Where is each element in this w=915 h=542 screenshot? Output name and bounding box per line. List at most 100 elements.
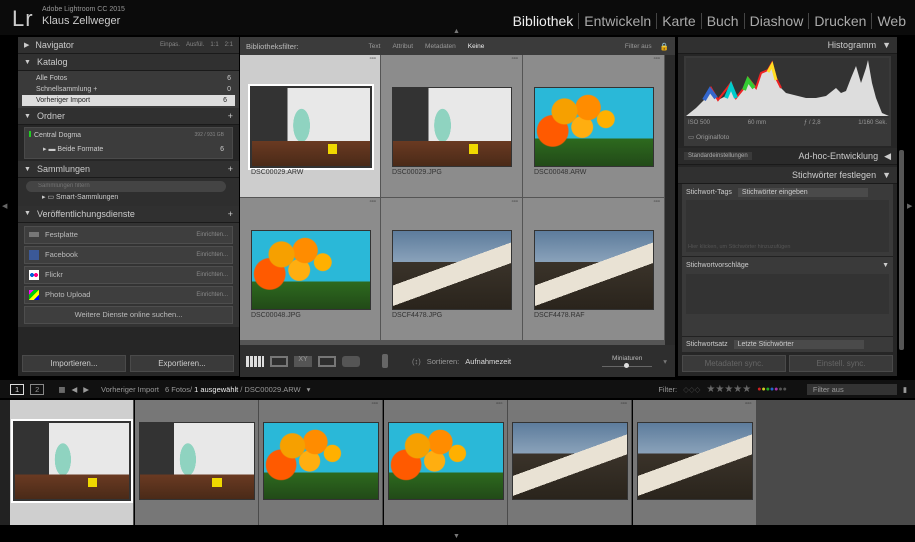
photo-thumbnail[interactable] <box>248 84 374 170</box>
forward-icon[interactable]: ▶ <box>83 385 89 394</box>
collection-search-input[interactable] <box>26 180 226 192</box>
setup-link[interactable]: Einrichten... <box>196 292 228 298</box>
photo-thumbnail[interactable] <box>534 230 654 310</box>
flag-filter-icons[interactable]: ◇◇◇ <box>683 385 700 394</box>
quick-develop-header[interactable]: Standardeinstellungen Ad-hoc-Entwicklung… <box>678 148 897 165</box>
grid-view-icon[interactable] <box>246 355 264 367</box>
filmstrip-cell[interactable]: ▫▫▫ <box>632 400 757 525</box>
zoom-2-1[interactable]: 2:1 <box>225 42 233 48</box>
setup-link[interactable]: Einrichten... <box>196 252 228 258</box>
import-button[interactable]: Importieren... <box>22 355 126 372</box>
grid-cell[interactable]: ▫▫▫ DSCF4478.JPG <box>381 198 523 341</box>
filmstrip-cell[interactable]: ▫▫▫ <box>383 400 508 525</box>
setup-link[interactable]: Einrichten... <box>196 232 228 238</box>
keyword-set-select[interactable]: Letzte Stichwörter <box>733 340 864 349</box>
sort-select[interactable]: Aufnahmezeit <box>465 357 511 366</box>
service-flickr[interactable]: Flickr Einrichten... <box>24 265 233 284</box>
back-icon[interactable]: ◀ <box>71 385 77 394</box>
badge-menu-icon[interactable]: ▫▫▫ <box>745 401 751 407</box>
filmstrip-thumbnail[interactable] <box>11 419 133 503</box>
photo-thumbnail[interactable] <box>251 230 371 310</box>
folder-beide-formate[interactable]: ▸ ▬ Beide Formate 6 <box>25 142 232 156</box>
service-festplatte[interactable]: Festplatte Einrichten... <box>24 225 233 244</box>
publish-header[interactable]: ▼ Veröffentlichungsdienste + <box>18 205 239 223</box>
navigator-header[interactable]: ▶ Navigator Einpas. Ausfül. 1:1 2:1 <box>18 37 239 54</box>
photo-thumbnail[interactable] <box>392 87 512 167</box>
add-icon[interactable]: + <box>228 209 233 219</box>
keyword-suggestions-header[interactable]: Stichwortvorschläge ▼ <box>682 256 893 274</box>
badge-menu-icon[interactable]: ▫▫▫ <box>370 56 376 62</box>
filter-tab-attribut[interactable]: Attribut <box>392 43 413 50</box>
spray-can-icon[interactable] <box>382 354 388 368</box>
volume-central-dogma[interactable]: Central Dogma 392 / 931 GB <box>25 128 232 142</box>
filmstrip-thumbnail[interactable] <box>636 422 753 500</box>
window-2-button[interactable]: 2 <box>30 383 45 395</box>
compare-view-icon[interactable]: XY <box>294 355 312 367</box>
filmstrip-cell[interactable]: ▫▫▫ <box>508 400 632 525</box>
service-photo-upload[interactable]: Photo Upload Einrichten... <box>24 285 233 304</box>
window-1-button[interactable]: 1 <box>10 383 25 395</box>
badge-menu-icon[interactable]: ▫▫▫ <box>621 401 627 407</box>
module-entwickeln[interactable]: Entwickeln <box>578 13 656 29</box>
filmstrip-cell[interactable] <box>134 400 259 525</box>
module-drucken[interactable]: Drucken <box>808 13 871 29</box>
sync-metadata-button[interactable]: Metadaten sync. <box>682 355 786 372</box>
filter-tab-text[interactable]: Text <box>369 43 381 50</box>
dropdown-icon[interactable]: ▾ <box>307 385 311 394</box>
zoom-fit[interactable]: Einpas. <box>160 42 180 48</box>
badge-menu-icon[interactable]: ▫▫▫ <box>512 56 518 62</box>
sync-settings-button[interactable]: Einstell. sync. <box>789 355 893 372</box>
module-buch[interactable]: Buch <box>700 13 744 29</box>
add-icon[interactable]: + <box>228 164 233 174</box>
original-photo-toggle[interactable]: ▭ Originalfoto <box>688 133 729 141</box>
survey-view-icon[interactable] <box>318 355 336 367</box>
catalog-item-quick[interactable]: Schnellsammlung + 0 <box>18 84 239 95</box>
photo-thumbnail[interactable] <box>534 87 654 167</box>
toolbar-menu-icon[interactable]: ▾ <box>663 357 667 366</box>
catalog-item-previous-import[interactable]: Vorheriger Import 6 <box>22 95 235 106</box>
module-bibliothek[interactable]: Bibliothek <box>508 13 579 29</box>
find-more-services-button[interactable]: Weitere Dienste online suchen... <box>24 305 233 324</box>
grid-icon[interactable]: ▦ <box>58 385 65 394</box>
source-label[interactable]: Vorheriger Import <box>101 385 159 394</box>
filmstrip-thumbnail[interactable] <box>512 422 628 500</box>
left-panel-toggle-icon[interactable]: ◀ <box>2 202 7 210</box>
grid-scrollbar[interactable] <box>665 55 675 345</box>
keyword-suggestions-grid[interactable] <box>686 274 889 314</box>
add-icon[interactable]: + <box>228 111 233 121</box>
grid-cell[interactable]: ▫▫▫ DSCF4478.RAF <box>523 198 665 341</box>
badge-menu-icon[interactable]: ▫▫▫ <box>512 199 518 205</box>
grid-cell[interactable]: ▫▫▫ DSC00048.JPG <box>240 198 381 341</box>
top-panel-toggle-icon[interactable]: ▲ <box>453 28 460 35</box>
catalog-item-all[interactable]: Alle Fotos 6 <box>18 73 239 84</box>
filmstrip-cell[interactable]: ▫▫▫ <box>259 400 383 525</box>
setup-link[interactable]: Einrichten... <box>196 272 228 278</box>
filter-preset-select[interactable]: Filter aus <box>806 383 897 395</box>
badge-menu-icon[interactable]: ▫▫▫ <box>654 199 660 205</box>
preset-select[interactable]: Standardeinstellungen <box>684 152 752 160</box>
filmstrip-cell[interactable] <box>10 400 134 525</box>
badge-menu-icon[interactable]: ▫▫▫ <box>654 56 660 62</box>
badge-menu-icon[interactable]: ▫▫▫ <box>370 199 376 205</box>
module-karte[interactable]: Karte <box>656 13 700 29</box>
zoom-fill[interactable]: Ausfül. <box>186 42 204 48</box>
badge-menu-icon[interactable]: ▫▫▫ <box>372 401 378 407</box>
smart-collections[interactable]: ▸ ▭ Smart-Sammlungen <box>18 192 239 203</box>
badge-menu-icon[interactable]: ▫▫▫ <box>496 401 502 407</box>
filter-tab-keine[interactable]: Keine <box>468 43 485 50</box>
zoom-1-1[interactable]: 1:1 <box>210 42 218 48</box>
ordner-header[interactable]: ▼ Ordner + <box>18 108 239 125</box>
katalog-header[interactable]: ▼ Katalog <box>18 54 239 71</box>
filmstrip-thumbnail[interactable] <box>138 422 255 500</box>
service-facebook[interactable]: Facebook Einrichten... <box>24 245 233 264</box>
filmstrip-thumbnail[interactable] <box>387 422 504 500</box>
filter-lock-icon[interactable]: ▮ <box>903 385 907 394</box>
filter-tab-metadaten[interactable]: Metadaten <box>425 43 456 50</box>
export-button[interactable]: Exportieren... <box>130 355 234 372</box>
sort-direction-icon[interactable]: (↕) <box>412 357 421 366</box>
color-label-filter[interactable]: ●●●●●●● <box>757 386 787 393</box>
people-view-icon[interactable] <box>342 355 360 367</box>
grid-cell[interactable]: ▫▫▫ DSC00029.ARW <box>240 55 381 198</box>
right-panel-toggle-icon[interactable]: ▶ <box>907 202 912 210</box>
module-diashow[interactable]: Diashow <box>743 13 809 29</box>
